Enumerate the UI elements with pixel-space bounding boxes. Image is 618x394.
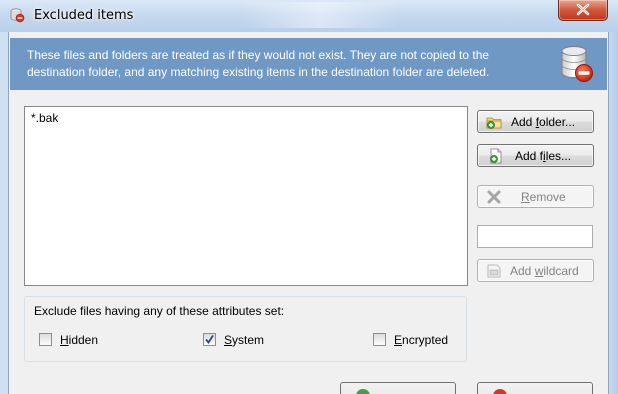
close-button[interactable] xyxy=(558,0,608,21)
add-folder-icon xyxy=(486,117,502,129)
add-folder-button[interactable]: Add folder... xyxy=(477,110,594,133)
system-label-key: S xyxy=(224,333,233,347)
remove-button[interactable]: Remove xyxy=(477,185,594,208)
system-checkbox-label[interactable]: System xyxy=(224,333,264,347)
system-label-rest: ystem xyxy=(232,333,265,347)
wildcard-input[interactable] xyxy=(477,225,593,248)
ok-icon xyxy=(356,389,370,394)
excluded-items-list[interactable]: *.bak xyxy=(24,106,468,286)
encrypted-label-rest: ncrypted xyxy=(402,333,449,347)
banner-line-1: These files and folders are treated as i… xyxy=(27,48,490,62)
checkmark-icon xyxy=(205,335,214,345)
window-title: Excluded items xyxy=(34,8,134,23)
encrypted-label-key: E xyxy=(394,333,403,347)
banner-line-2: destination folder, and any matching exi… xyxy=(27,65,490,79)
add-wildcard-button[interactable]: Add wildcard xyxy=(477,259,594,282)
cancel-button[interactable] xyxy=(477,382,593,394)
remove-x-icon xyxy=(487,190,501,204)
banner-description: These files and folders are treated as i… xyxy=(27,47,547,81)
add-wildcard-label-pre: Add xyxy=(510,264,535,278)
encrypted-checkbox-label[interactable]: Encrypted xyxy=(394,333,448,347)
add-wildcard-label: Add wildcard xyxy=(510,264,579,278)
excluded-items-dialog: Excluded items These files and folders a… xyxy=(0,0,618,394)
remove-label: Remove xyxy=(521,190,566,204)
system-checkbox[interactable] xyxy=(203,333,216,346)
add-folder-label: Add folder... xyxy=(511,115,575,129)
remove-label-key: R xyxy=(521,190,530,204)
remove-label-post: emove xyxy=(529,190,566,204)
add-files-button[interactable]: Add files... xyxy=(477,144,594,167)
add-folder-label-post: older... xyxy=(539,115,576,129)
hidden-label-key: H xyxy=(60,333,69,347)
attributes-group-title: Exclude files having any of these attrib… xyxy=(32,304,287,318)
encrypted-checkbox[interactable] xyxy=(373,333,386,346)
cancel-icon xyxy=(493,389,507,394)
hidden-checkbox[interactable] xyxy=(39,333,52,346)
add-files-label: Add files... xyxy=(515,149,571,163)
add-folder-label-pre: Add xyxy=(511,115,536,129)
add-files-label-post: les... xyxy=(545,149,572,163)
hidden-label-rest: idden xyxy=(68,333,99,347)
add-wildcard-label-post: ildcard xyxy=(543,264,579,278)
add-files-label-pre: Add f xyxy=(515,149,544,163)
window-frame-right xyxy=(608,32,618,394)
close-icon xyxy=(576,3,590,16)
hidden-checkbox-label[interactable]: Hidden xyxy=(60,333,98,347)
add-file-icon xyxy=(490,148,502,164)
list-item[interactable]: *.bak xyxy=(31,111,58,125)
wildcard-icon xyxy=(487,264,501,278)
title-bar[interactable]: Excluded items xyxy=(0,0,618,32)
app-icon xyxy=(10,8,25,23)
ok-button[interactable] xyxy=(340,382,456,394)
database-delete-icon xyxy=(561,46,593,82)
